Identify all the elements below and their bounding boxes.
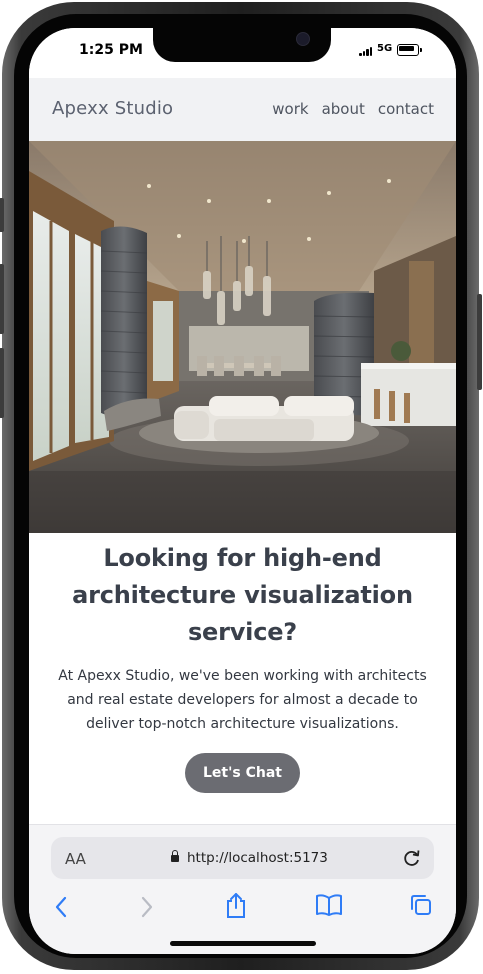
battery-icon xyxy=(397,44,422,56)
browser-nav-bar xyxy=(29,889,456,929)
network-type: 5G xyxy=(377,43,393,54)
safari-toolbar: AA http://localhost:5173 xyxy=(29,824,456,954)
nav-link-contact[interactable]: contact xyxy=(378,100,434,118)
text-size-label: AA xyxy=(65,850,86,868)
url-text[interactable]: http://localhost:5173 xyxy=(187,850,328,866)
site-header: Apexx Studio work about contact xyxy=(29,78,456,141)
tabs-icon[interactable] xyxy=(409,893,433,922)
phone-screen: 1:25 PM 5G Apexx Studio work about conta… xyxy=(29,28,456,954)
power-button xyxy=(477,294,482,390)
cellular-signal-icon xyxy=(359,46,373,56)
site-logo[interactable]: Apexx Studio xyxy=(52,98,173,119)
forward-icon[interactable] xyxy=(139,895,155,924)
lets-chat-button[interactable]: Let's Chat xyxy=(185,753,300,793)
hero-image xyxy=(29,141,456,533)
interior-render-illustration xyxy=(29,141,456,533)
status-bar: 1:25 PM 5G xyxy=(29,28,456,78)
back-icon[interactable] xyxy=(53,895,69,924)
hero-description: At Apexx Studio, we've been working with… xyxy=(58,668,427,732)
notch xyxy=(153,28,331,62)
volume-down-button xyxy=(0,348,4,418)
reload-icon[interactable] xyxy=(402,848,422,873)
nav-link-work[interactable]: work xyxy=(272,100,308,118)
home-indicator[interactable] xyxy=(170,941,316,946)
front-camera xyxy=(296,32,310,46)
text-size-button[interactable]: AA xyxy=(65,850,86,868)
hero-headline: Looking for high-end architecture visual… xyxy=(72,544,413,646)
address-bar[interactable]: AA http://localhost:5173 xyxy=(51,837,434,879)
share-icon[interactable] xyxy=(225,891,247,924)
status-time: 1:25 PM xyxy=(79,42,143,58)
nav-link-about[interactable]: about xyxy=(322,100,365,118)
bookmarks-icon[interactable] xyxy=(315,893,343,922)
mute-switch xyxy=(0,198,4,232)
site-nav: work about contact xyxy=(272,100,434,118)
volume-up-button xyxy=(0,264,4,334)
lock-icon xyxy=(171,850,179,862)
